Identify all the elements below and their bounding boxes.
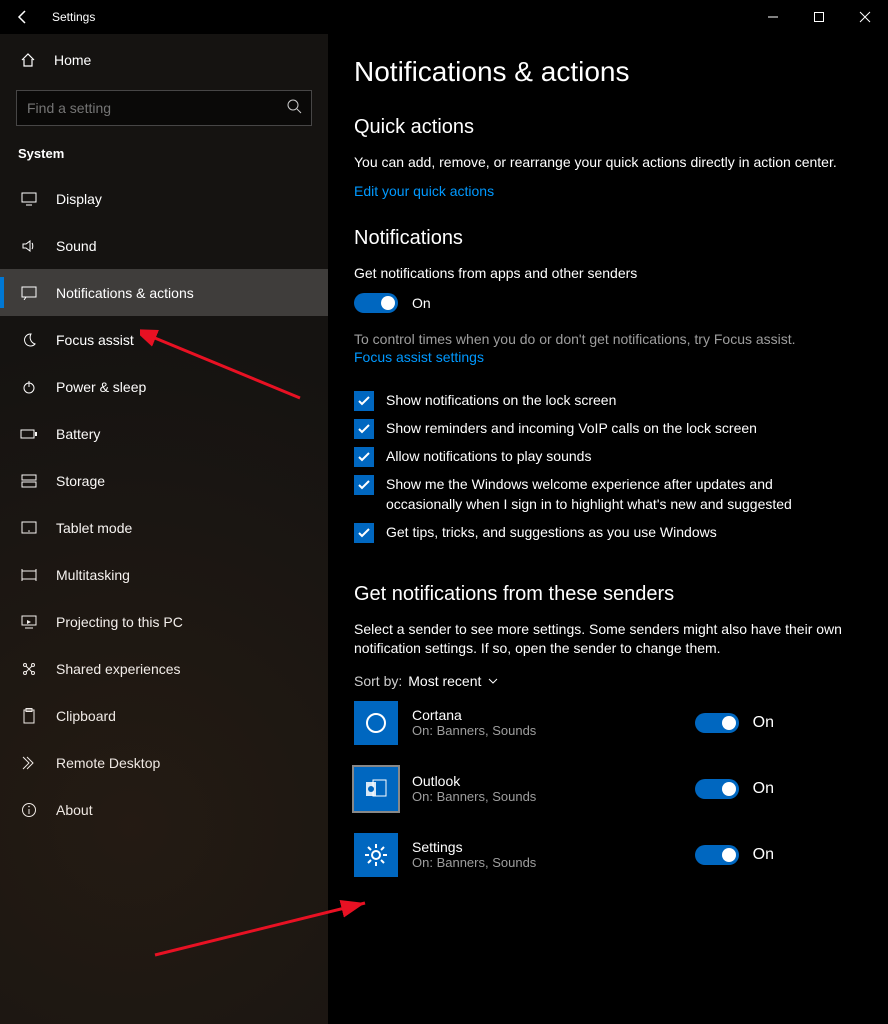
nav-list: Display Sound Notifications & actions Fo…: [0, 175, 328, 833]
search-icon: [286, 98, 302, 114]
shared-icon: [20, 661, 38, 677]
sidebar: Home System Display Sound Notifications …: [0, 34, 328, 1024]
check-lockscreen[interactable]: Show notifications on the lock screen: [354, 391, 864, 411]
sender-toggle-settings[interactable]: [695, 845, 739, 865]
focus-assist-hint: To control times when you do or don't ge…: [354, 329, 864, 349]
main-content: Notifications & actions Quick actions Yo…: [328, 34, 888, 1024]
check-sounds[interactable]: Allow notifications to play sounds: [354, 447, 864, 467]
gear-icon: [354, 833, 398, 877]
outlook-icon: [354, 767, 398, 811]
sound-icon: [20, 238, 38, 254]
sort-by[interactable]: Sort by: Most recent: [354, 673, 864, 689]
sender-cortana[interactable]: CortanaOn: Banners, Sounds On: [354, 701, 864, 745]
sender-outlook[interactable]: OutlookOn: Banners, Sounds On: [354, 767, 864, 811]
minimize-button[interactable]: [750, 0, 796, 34]
cortana-icon: [354, 701, 398, 745]
close-button[interactable]: [842, 0, 888, 34]
sender-toggle-cortana[interactable]: [695, 713, 739, 733]
sidebar-item-sound[interactable]: Sound: [0, 222, 328, 269]
projecting-icon: [20, 615, 38, 629]
quick-actions-heading: Quick actions: [354, 116, 864, 139]
checkbox-icon: [354, 475, 374, 495]
focus-assist-link[interactable]: Focus assist settings: [354, 349, 484, 365]
remote-icon: [20, 755, 38, 771]
power-icon: [20, 379, 38, 395]
sidebar-item-shared[interactable]: Shared experiences: [0, 645, 328, 692]
home-label: Home: [54, 52, 91, 68]
multitasking-icon: [20, 568, 38, 582]
notifications-toggle[interactable]: [354, 293, 398, 313]
battery-icon: [20, 428, 38, 440]
sender-settings[interactable]: SettingsOn: Banners, Sounds On: [354, 833, 864, 877]
sidebar-item-power[interactable]: Power & sleep: [0, 363, 328, 410]
clipboard-icon: [20, 708, 38, 724]
home-button[interactable]: Home: [0, 38, 328, 82]
sidebar-item-clipboard[interactable]: Clipboard: [0, 692, 328, 739]
moon-icon: [20, 332, 38, 348]
search-input[interactable]: [16, 90, 312, 126]
titlebar: Settings: [0, 0, 888, 34]
check-reminders[interactable]: Show reminders and incoming VoIP calls o…: [354, 419, 864, 439]
toggle-state: On: [412, 295, 431, 311]
senders-heading: Get notifications from these senders: [354, 583, 864, 606]
quick-actions-desc: You can add, remove, or rearrange your q…: [354, 153, 864, 173]
maximize-button[interactable]: [796, 0, 842, 34]
sidebar-item-focus-assist[interactable]: Focus assist: [0, 316, 328, 363]
checkbox-icon: [354, 419, 374, 439]
tablet-icon: [20, 521, 38, 535]
notifications-icon: [20, 286, 38, 300]
sidebar-item-display[interactable]: Display: [0, 175, 328, 222]
group-label: System: [0, 136, 328, 175]
senders-desc: Select a sender to see more settings. So…: [354, 620, 854, 659]
notifications-toggle-label: Get notifications from apps and other se…: [354, 264, 864, 284]
notifications-heading: Notifications: [354, 227, 864, 250]
search-wrap: [16, 90, 312, 126]
sidebar-item-multitasking[interactable]: Multitasking: [0, 551, 328, 598]
page-title: Notifications & actions: [354, 56, 864, 88]
check-welcome[interactable]: Show me the Windows welcome experience a…: [354, 475, 864, 514]
storage-icon: [20, 474, 38, 488]
sidebar-item-about[interactable]: About: [0, 786, 328, 833]
sidebar-item-storage[interactable]: Storage: [0, 457, 328, 504]
sidebar-item-tablet[interactable]: Tablet mode: [0, 504, 328, 551]
home-icon: [20, 52, 36, 68]
window-title: Settings: [46, 10, 95, 24]
chevron-down-icon: [487, 675, 499, 687]
checkbox-icon: [354, 391, 374, 411]
back-button[interactable]: [0, 0, 46, 34]
sidebar-item-remote[interactable]: Remote Desktop: [0, 739, 328, 786]
sidebar-item-projecting[interactable]: Projecting to this PC: [0, 598, 328, 645]
edit-quick-actions-link[interactable]: Edit your quick actions: [354, 183, 494, 199]
sidebar-item-battery[interactable]: Battery: [0, 410, 328, 457]
sidebar-item-notifications[interactable]: Notifications & actions: [0, 269, 328, 316]
checkbox-icon: [354, 447, 374, 467]
sender-toggle-outlook[interactable]: [695, 779, 739, 799]
display-icon: [20, 192, 38, 206]
info-icon: [20, 802, 38, 818]
check-tips[interactable]: Get tips, tricks, and suggestions as you…: [354, 523, 864, 543]
checkbox-icon: [354, 523, 374, 543]
